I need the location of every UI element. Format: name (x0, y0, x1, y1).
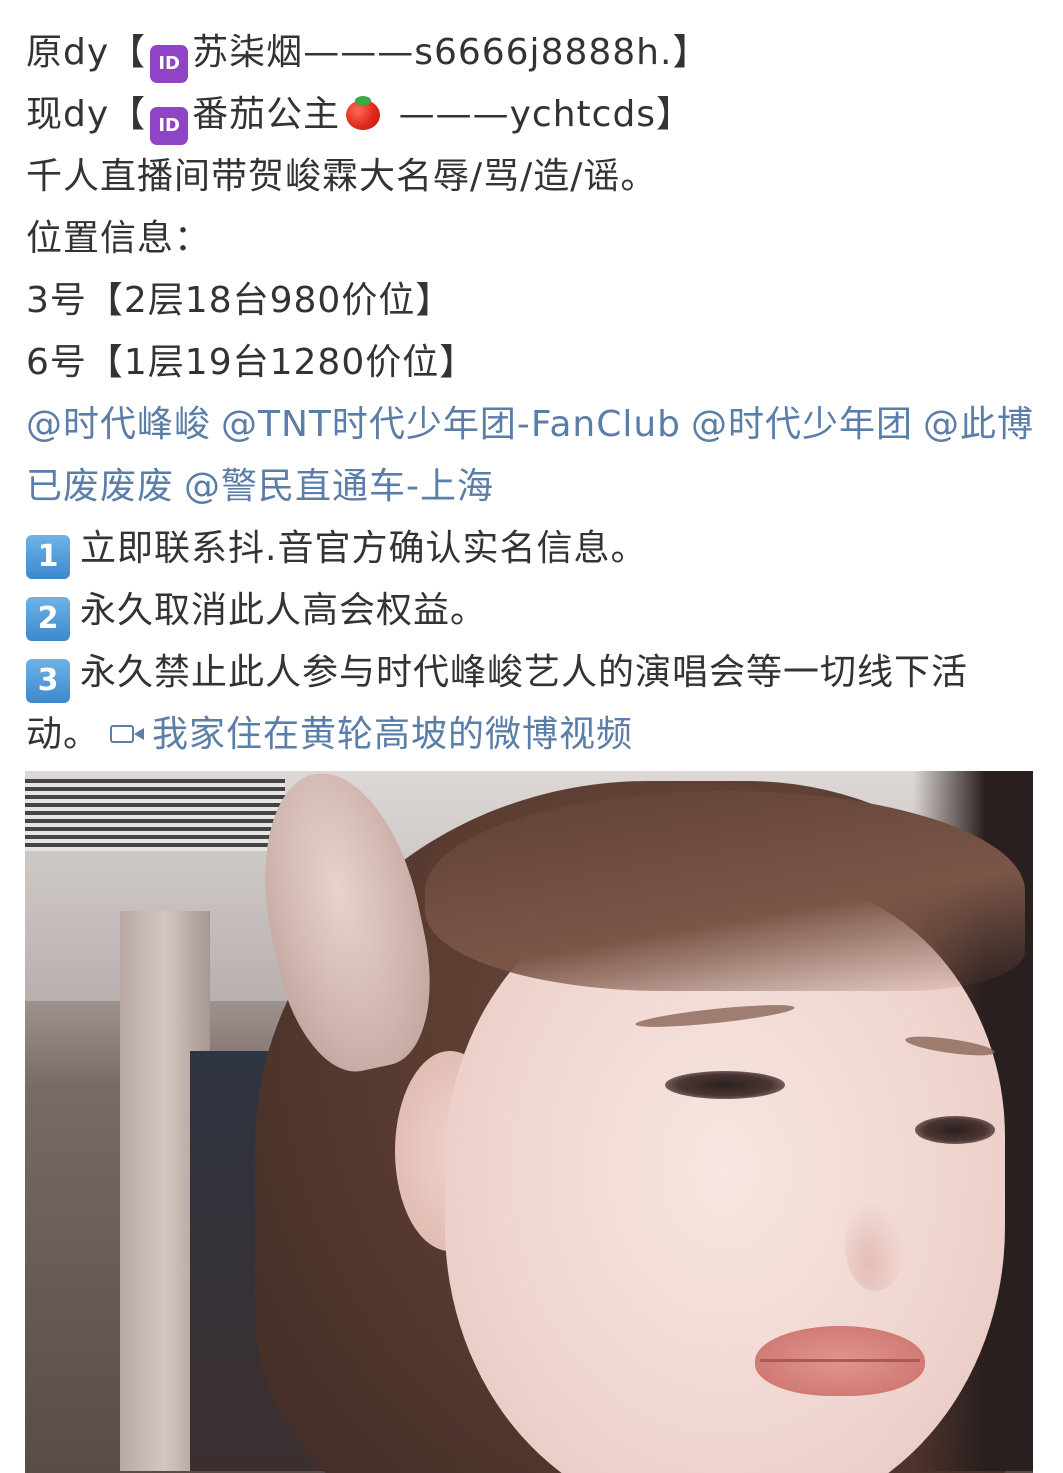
demand-item-3: 3 永久禁止此人参与时代峰峻艺人的演唱会等一切线下活动。 我家住在黄轮高坡的微博视频 (26, 642, 1036, 766)
nose (845, 1201, 905, 1291)
mention-link[interactable]: @时代峰峻 (26, 404, 211, 445)
current-account-line: 现dy【 ID 番茄公主 ———ychtcds】 (26, 84, 1036, 146)
video-camera-icon[interactable] (110, 719, 148, 749)
original-account-id: ———s6666j8888h.】 (303, 32, 710, 73)
seat-info-1: 3号【2层18台980价位】 (26, 280, 453, 321)
eye-left (665, 1071, 785, 1099)
mention-link[interactable]: @TNT时代少年团-FanClub (221, 404, 681, 445)
mention-link[interactable]: @警民直通车-上海 (184, 466, 494, 507)
original-account-name: 苏柒烟 (192, 32, 304, 73)
demand-text: 永久取消此人高会权益。 (80, 590, 488, 631)
keycap-1-icon: 1 (26, 535, 70, 579)
demand-item-1: 1 立即联系抖.音官方确认实名信息。 (26, 518, 1036, 580)
air-conditioner-vent (25, 779, 285, 851)
id-icon: ID (150, 45, 189, 83)
id-icon: ID (150, 107, 189, 145)
eye-right (915, 1116, 995, 1144)
video-link[interactable]: 我家住在黄轮高坡的微博视频 (152, 714, 633, 755)
keycap-3-icon: 3 (26, 659, 70, 703)
lip-line (760, 1359, 920, 1362)
current-account-name: 番茄公主 (192, 94, 341, 135)
original-prefix: 原dy【 (26, 32, 147, 73)
current-prefix: 现dy【 (26, 94, 147, 135)
keycap-2-icon: 2 (26, 597, 70, 641)
post-body: 原dy【 ID 苏柒烟———s6666j8888h.】 现dy【 ID 番茄公主 ———… (26, 22, 1036, 766)
original-account-line: 原dy【 ID 苏柒烟———s6666j8888h.】 (26, 22, 1036, 84)
mentions-block: @时代峰峻 @TNT时代少年团-FanClub @时代少年团 @此博已废废废 @警民直通… (26, 394, 1036, 518)
bangs (425, 791, 1025, 991)
location-heading: 位置信息： (26, 218, 212, 259)
tomato-icon (344, 94, 382, 132)
demand-item-2: 2 永久取消此人高会权益。 (26, 580, 1036, 642)
current-account-id: ———ychtcds】 (386, 94, 694, 135)
mention-link[interactable]: @时代少年团 (691, 404, 913, 445)
demand-text: 立即联系抖.音官方确认实名信息。 (80, 528, 648, 569)
seat-info-2: 6号【1层19台1280价位】 (26, 342, 477, 383)
accusation-text: 千人直播间带贺峻霖大名辱/骂/造/谣。 (26, 156, 658, 197)
post-image[interactable] (25, 771, 1033, 1473)
